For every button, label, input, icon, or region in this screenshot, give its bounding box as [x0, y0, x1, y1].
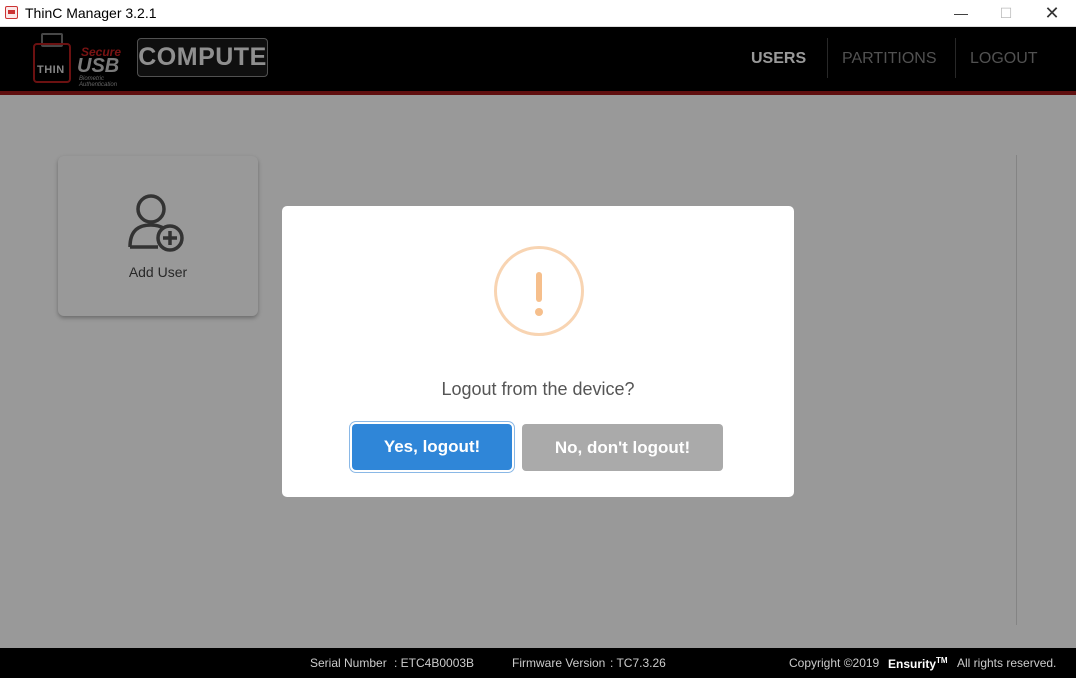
firmware-version-label: Firmware Version	[512, 656, 606, 670]
rights-text: All rights reserved.	[957, 656, 1057, 670]
status-footer: Serial Number : ETC4B0003B Firmware Vers…	[0, 648, 1076, 678]
dialog-message: Logout from the device?	[441, 379, 635, 399]
cancel-logout-button[interactable]: No, don't logout!	[522, 424, 723, 471]
logout-confirm-dialog: Logout from the device? Yes, logout! No,…	[282, 206, 794, 497]
app-icon	[5, 6, 18, 19]
serial-number-label: Serial Number	[310, 656, 387, 670]
warning-exclamation-icon	[494, 246, 584, 336]
title-bar: ThinC Manager 3.2.1 — ☐ ✕	[0, 0, 1076, 27]
exclamation-dot	[535, 308, 543, 316]
firmware-version-value: : TC7.3.26	[610, 656, 666, 670]
brand-text: Ensurity	[888, 657, 937, 671]
copyright-text: Copyright ©2019	[789, 656, 880, 670]
maximize-button[interactable]: ☐	[983, 0, 1029, 26]
trademark-mark: TM	[936, 656, 948, 665]
minimize-button[interactable]: —	[938, 0, 984, 26]
serial-number-value: : ETC4B0003B	[394, 656, 475, 670]
confirm-logout-button[interactable]: Yes, logout!	[352, 424, 512, 470]
brand-name: EnsurityTM	[888, 656, 948, 671]
exclamation-bar	[536, 272, 542, 302]
close-button[interactable]: ✕	[1029, 0, 1075, 26]
window-title: ThinC Manager 3.2.1	[25, 5, 157, 21]
